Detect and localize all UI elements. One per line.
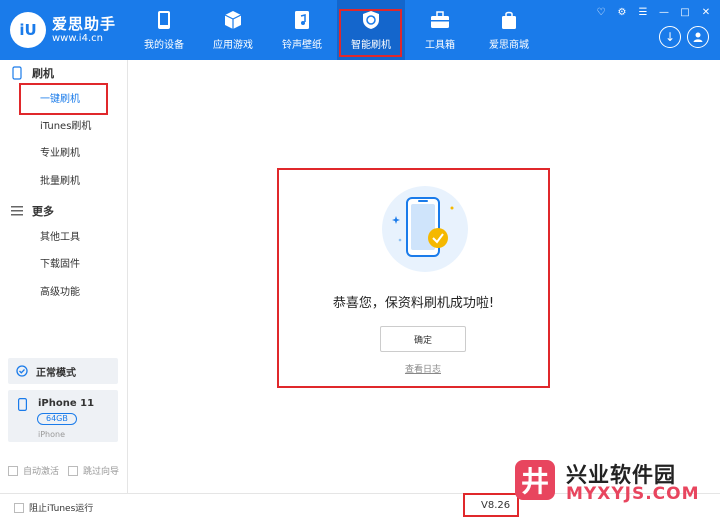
nav-label: 爱思商城	[489, 39, 529, 51]
list-icon	[10, 204, 24, 218]
skip-guide-label: 跳过向导	[83, 467, 120, 477]
success-message: 恭喜您，保资料刷机成功啦!	[332, 296, 495, 311]
success-illustration	[382, 186, 468, 272]
watermark-logo: 井	[515, 460, 555, 500]
version-label: V8.26	[463, 493, 519, 517]
sidebar-highlight-frame	[19, 83, 108, 115]
sidebar-item-batch-flash[interactable]: 批量刷机	[40, 174, 80, 190]
nav-label: 应用游戏	[213, 39, 253, 51]
app-logo: iU	[10, 12, 46, 48]
user-icon[interactable]	[687, 26, 709, 48]
shopping-bag-icon	[499, 10, 519, 30]
sidebar-item-itunes-flash[interactable]: iTunes刷机	[40, 119, 91, 135]
auto-activate-checkbox[interactable]: 自动激活	[8, 464, 59, 477]
phone-icon	[10, 66, 24, 80]
brand-name: 爱思助手	[52, 15, 117, 33]
minimize-icon[interactable]: —	[658, 6, 670, 18]
section-more: 更多	[0, 201, 54, 221]
checkbox[interactable]	[14, 502, 24, 513]
skin-icon[interactable]: ♡	[595, 6, 607, 18]
confirm-button[interactable]: 确定	[380, 326, 466, 352]
apple-icon	[154, 10, 174, 30]
phone-icon	[18, 398, 27, 411]
auto-activate-label: 自动激活	[23, 467, 60, 477]
sidebar-item-advanced[interactable]: 高级功能	[40, 285, 80, 301]
nav-ringtones-wallpapers[interactable]: 铃声壁纸	[268, 0, 336, 60]
cube-icon	[223, 10, 243, 30]
sidebar: 刷机 一键刷机 iTunes刷机 专业刷机 批量刷机 更多 其他工具 下载固件 …	[0, 60, 128, 518]
mode-label: 正常模式	[36, 367, 76, 379]
sidebar-item-download-firmware[interactable]: 下载固件	[40, 257, 80, 273]
music-file-icon	[292, 10, 312, 30]
nav-label: 铃声壁纸	[282, 39, 322, 51]
section-more-label: 更多	[32, 205, 54, 218]
watermark-url: MYXYJS.COM	[566, 484, 700, 504]
nav-store[interactable]: 爱思商城	[475, 0, 543, 60]
sidebar-item-other-tools[interactable]: 其他工具	[40, 230, 80, 246]
nav-highlight-frame	[339, 9, 402, 57]
maximize-icon[interactable]: □	[679, 6, 691, 18]
nav-label: 工具箱	[425, 39, 455, 51]
block-itunes-checkbox[interactable]: 阻止iTunes运行	[14, 501, 93, 514]
skip-guide-checkbox[interactable]: 跳过向导	[68, 464, 119, 477]
toolbox-icon	[430, 10, 450, 30]
section-flash-label: 刷机	[32, 67, 54, 80]
download-icon[interactable]: ↓	[659, 26, 681, 48]
brand-url: www.i4.cn	[52, 33, 103, 44]
device-capacity-badge: 64GB	[37, 413, 77, 425]
block-itunes-label: 阻止iTunes运行	[29, 504, 94, 514]
nav-apps-games[interactable]: 应用游戏	[199, 0, 267, 60]
view-log-link[interactable]: 查看日志	[380, 362, 466, 375]
close-icon[interactable]: ✕	[700, 6, 712, 18]
checkbox[interactable]	[68, 465, 78, 476]
main-nav: 我的设备 应用游戏 铃声壁纸 智能刷机 工具箱 爱思商城	[130, 0, 544, 60]
nav-my-device[interactable]: 我的设备	[130, 0, 198, 60]
device-name: iPhone 11	[38, 398, 95, 409]
device-type: iPhone	[38, 430, 66, 439]
menu-icon[interactable]: ☰	[637, 6, 649, 18]
window-controls: ♡ ⚙ ☰ — □ ✕	[595, 6, 712, 18]
checkbox[interactable]	[8, 465, 18, 476]
nav-toolbox[interactable]: 工具箱	[406, 0, 474, 60]
device-card[interactable]: iPhone 11 64GB iPhone	[8, 390, 118, 442]
sidebar-item-pro-flash[interactable]: 专业刷机	[40, 146, 80, 162]
mode-status: 正常模式	[8, 358, 118, 384]
nav-label: 我的设备	[144, 39, 184, 51]
settings-icon[interactable]: ⚙	[616, 6, 628, 18]
mode-icon	[16, 365, 28, 377]
section-flash: 刷机	[0, 63, 54, 83]
